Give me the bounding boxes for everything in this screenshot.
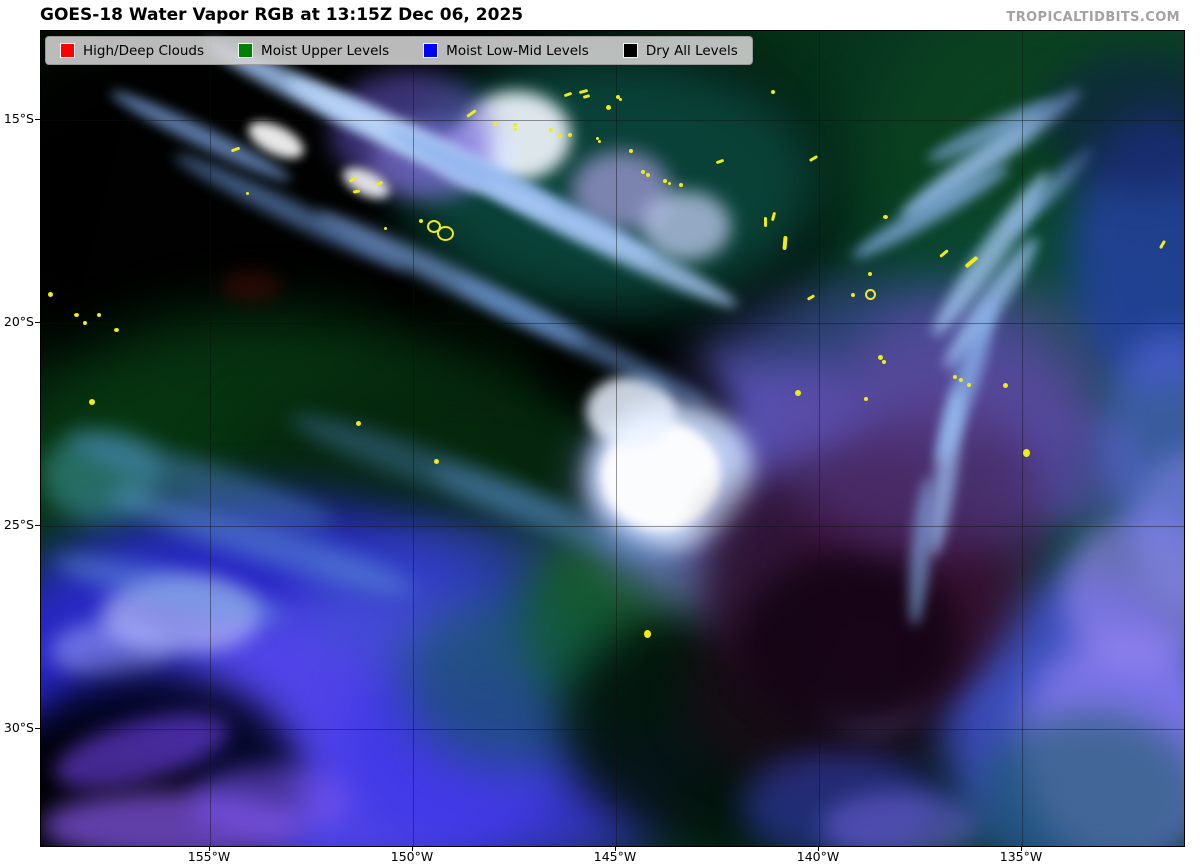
island-outline-mark <box>356 421 361 426</box>
island-outline-mark <box>641 170 645 174</box>
lat-label-20s: 20°S <box>0 315 34 329</box>
island-outline-mark <box>434 459 439 464</box>
island-outline-mark <box>1023 449 1030 457</box>
island-outline-mark <box>83 321 87 325</box>
island-outline-mark <box>1003 383 1008 388</box>
legend-label: Dry All Levels <box>646 43 738 59</box>
lon-label-145w: 145°W <box>583 849 647 864</box>
legend-item-high-deep-clouds: High/Deep Clouds <box>60 43 204 59</box>
island-outline-mark <box>437 226 454 241</box>
lon-label-155w: 155°W <box>177 849 241 864</box>
island-outline-mark <box>644 630 651 638</box>
island-outline-mark <box>851 293 855 297</box>
red-swatch-icon <box>60 43 75 58</box>
island-outline-mark <box>646 173 650 177</box>
watermark: TROPICALTIDBITS.COM <box>1006 10 1180 25</box>
island-outline-mark <box>868 272 872 276</box>
island-outline-mark <box>883 215 888 219</box>
island-outline-mark <box>74 313 79 317</box>
island-outline-mark <box>865 289 876 300</box>
island-outline-mark <box>246 192 249 195</box>
island-outline-mark <box>663 179 667 183</box>
island-outline-mark <box>558 134 562 138</box>
island-outline-mark <box>419 219 423 223</box>
island-outline-mark <box>606 105 611 110</box>
lat-label-15s: 15°S <box>0 112 34 126</box>
island-outline-mark <box>764 217 767 227</box>
blue-swatch-icon <box>423 43 438 58</box>
lat-label-25s: 25°S <box>0 518 34 532</box>
lat-label-30s: 30°S <box>0 721 34 735</box>
island-outline-mark <box>97 313 101 317</box>
legend-label: Moist Low-Mid Levels <box>446 43 589 59</box>
island-outline-mark <box>795 390 801 396</box>
island-outline-mark <box>384 227 387 230</box>
island-outline-mark <box>668 182 671 185</box>
green-swatch-icon <box>238 43 253 58</box>
satellite-imagery-map: High/Deep Clouds Moist Upper Levels Mois… <box>40 30 1185 847</box>
lon-label-150w: 150°W <box>380 849 444 864</box>
island-outline-mark <box>48 292 53 297</box>
island-outline-mark <box>514 128 517 131</box>
lon-label-140w: 140°W <box>786 849 850 864</box>
island-outline-mark <box>568 133 572 137</box>
island-outline-mark <box>629 149 633 153</box>
lat-tick <box>35 525 40 526</box>
legend-item-moist-low-mid: Moist Low-Mid Levels <box>423 43 589 59</box>
lat-tick <box>35 322 40 323</box>
legend: High/Deep Clouds Moist Upper Levels Mois… <box>45 36 753 65</box>
island-outline-mark <box>114 328 119 332</box>
lat-tick <box>35 728 40 729</box>
island-outline-mark <box>549 128 553 132</box>
legend-label: High/Deep Clouds <box>83 43 204 59</box>
black-swatch-icon <box>623 43 638 58</box>
legend-label: Moist Upper Levels <box>261 43 389 59</box>
lon-label-135w: 135°W <box>989 849 1053 864</box>
page: GOES-18 Water Vapor RGB at 13:15Z Dec 06… <box>0 0 1200 867</box>
page-title: GOES-18 Water Vapor RGB at 13:15Z Dec 06… <box>40 5 523 25</box>
island-outline-mark <box>619 98 622 101</box>
island-outline-mark <box>89 399 95 405</box>
island-outline-mark <box>598 140 601 143</box>
legend-item-dry-all-levels: Dry All Levels <box>623 43 738 59</box>
lat-tick <box>35 119 40 120</box>
island-outline-mark <box>864 397 868 401</box>
island-outline-mark <box>967 383 971 387</box>
island-outline-mark <box>882 360 886 364</box>
island-outline-mark <box>953 375 957 379</box>
legend-item-moist-upper: Moist Upper Levels <box>238 43 389 59</box>
island-outline-mark <box>771 90 775 94</box>
island-outline-mark <box>513 123 517 127</box>
island-outline-mark <box>679 183 683 187</box>
island-outline-mark <box>959 378 963 382</box>
island-outline-mark <box>493 122 497 126</box>
